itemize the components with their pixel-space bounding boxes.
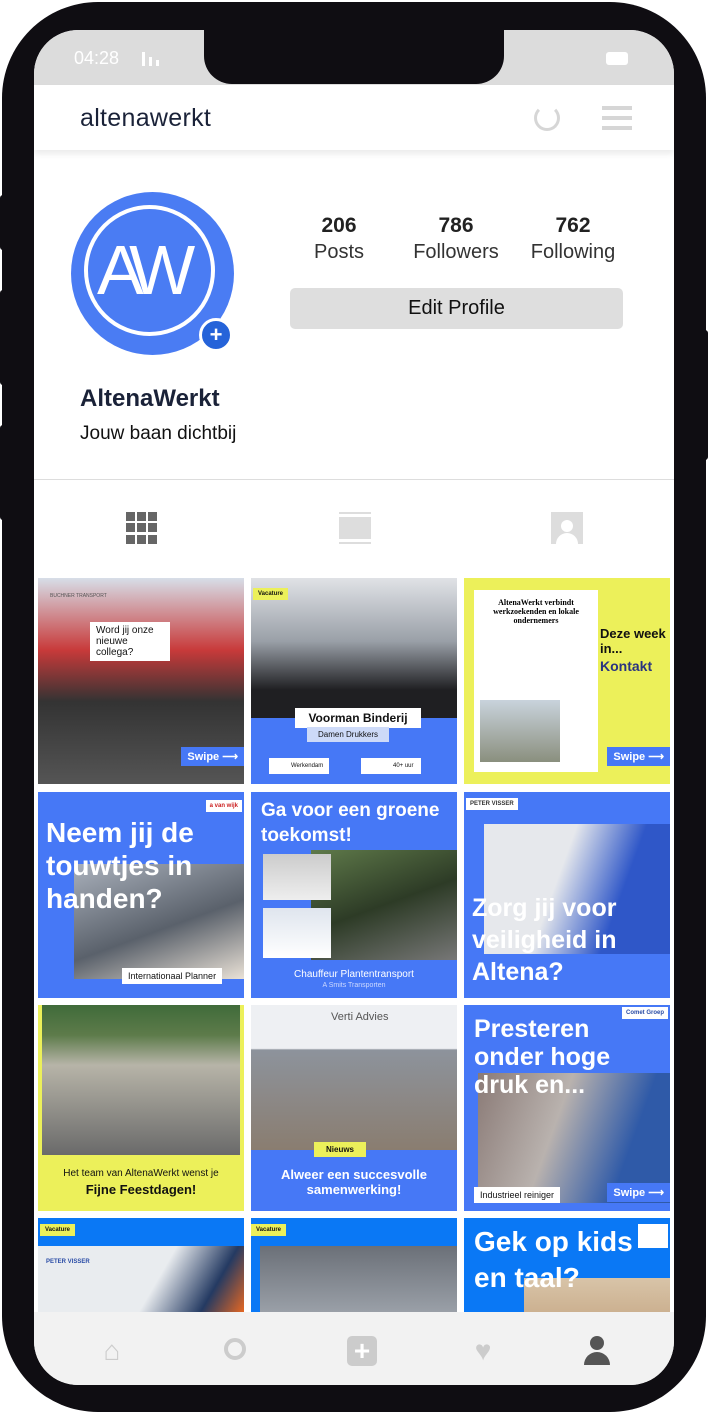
newspaper-headline: AltenaWerkt verbindt werkzoekenden en lo… <box>493 598 579 625</box>
power-button <box>700 330 708 460</box>
refresh-icon[interactable] <box>534 105 560 131</box>
post-tile[interactable]: Vacature Voorman Binderij Damen Drukkers… <box>251 578 457 784</box>
greeting-line: Het team van AltenaWerkt wenst je <box>63 1168 219 1179</box>
stat-value: 206 <box>321 214 357 237</box>
add-story-plus-icon[interactable]: + <box>199 318 233 352</box>
tagged-view-icon[interactable] <box>551 512 583 544</box>
kontakt-logo: Kontakt <box>600 658 653 674</box>
truck-photo <box>263 854 331 900</box>
company-label: Damen Drukkers <box>307 727 389 742</box>
stat-value: 762 <box>555 214 591 237</box>
company-logo: a van wijk <box>205 800 242 812</box>
post-tile[interactable]: AltenaWerkt verbindt werkzoekenden en lo… <box>464 578 670 784</box>
bottom-navigation: ⌂ + ♥ <box>34 1312 674 1385</box>
swipe-label: Swipe ⟶ <box>607 1183 670 1202</box>
signal-icon <box>142 52 159 66</box>
job-label: Internationaal Planner <box>122 968 223 984</box>
profile-icon[interactable] <box>582 1336 612 1366</box>
post-headline: Ga voor een groene toekomst! <box>261 800 440 846</box>
add-post-icon[interactable]: + <box>347 1336 377 1366</box>
post-photo <box>260 1246 457 1312</box>
home-icon[interactable]: ⌂ <box>97 1336 127 1366</box>
profile-bio: Jouw baan dichtbij <box>80 423 237 444</box>
volume-down-button <box>0 425 8 520</box>
post-headline: Neem jij de touwtjes in handen? <box>46 817 194 914</box>
post-tile[interactable]: PETER VISSER Zorg jij voor veiligheid in… <box>464 792 670 998</box>
post-photo <box>251 1005 457 1150</box>
stat-label: Following <box>530 241 616 263</box>
news-tag: Nieuws <box>314 1142 367 1157</box>
notch <box>204 30 504 84</box>
post-headline: Gek op kids en taal? <box>474 1226 633 1293</box>
location-label: Werkendam <box>269 758 329 774</box>
stat-value: 786 <box>438 214 474 237</box>
truck-label: BUCHNER TRANSPORT <box>50 593 107 599</box>
job-role: Chauffeur Plantentransport <box>294 969 414 980</box>
swipe-label: Swipe ⟶ <box>607 747 670 766</box>
job-title: Voorman Binderij <box>295 708 421 728</box>
app-title: altenawerkt <box>80 104 212 132</box>
post-tile[interactable]: Vacature <box>251 1218 457 1312</box>
stat-followers[interactable]: 786 Followers <box>396 214 516 264</box>
mute-switch <box>0 195 8 250</box>
vacancy-tag: Vacature <box>251 1224 287 1236</box>
stat-following[interactable]: 762 Following <box>513 214 633 264</box>
hamburger-menu-icon[interactable] <box>602 106 632 136</box>
post-tile[interactable]: Verti Advies Nieuws Alweer een succesvol… <box>251 1005 457 1211</box>
vacancy-tag: Vacature <box>253 588 289 600</box>
stat-label: Followers <box>413 241 499 263</box>
speech-bubble: Word jij onze nieuwe collega? <box>90 622 170 661</box>
post-headline: Zorg jij voor veiligheid in Altena? <box>472 894 617 986</box>
volume-up-button <box>0 290 8 385</box>
battery-icon <box>606 52 628 65</box>
post-tile[interactable]: Comet Groep Presteren onder hoge druk en… <box>464 1005 670 1211</box>
truck-photo <box>263 908 331 958</box>
verti-advies-sign: Verti Advies <box>331 1011 389 1023</box>
post-tile[interactable]: Ga voor een groene toekomst! Chauffeur P… <box>251 792 457 998</box>
profile-name: AltenaWerkt <box>80 385 220 412</box>
vacancy-tag: Vacature <box>40 1224 76 1236</box>
search-icon[interactable] <box>222 1336 252 1366</box>
company-logo: PETER VISSER <box>46 1259 90 1265</box>
heart-icon[interactable]: ♥ <box>468 1336 498 1366</box>
company-logo: PETER VISSER <box>466 798 518 810</box>
post-tile[interactable]: Gek op kids en taal? <box>464 1218 670 1312</box>
phone-screen: 04:28 altenawerkt AW + 206 Posts 786 Follo… <box>34 30 674 1385</box>
post-headline: Alweer een succesvolle samenwerking! <box>281 1167 427 1197</box>
avatar-logo-text: AW <box>97 231 195 309</box>
post-tile[interactable]: Vacature PETER VISSER <box>38 1218 244 1312</box>
hours-label: 40+ uur <box>361 758 421 774</box>
post-tile[interactable]: BUCHNER TRANSPORT Word jij onze nieuwe c… <box>38 578 244 784</box>
post-tile[interactable]: Het team van AltenaWerkt wenst je Fijne … <box>38 1005 244 1211</box>
stat-posts[interactable]: 206 Posts <box>279 214 399 264</box>
greeting-headline: Fijne Feestdagen! <box>85 1182 197 1197</box>
edit-profile-button[interactable]: Edit Profile <box>290 288 623 329</box>
posts-grid: BUCHNER TRANSPORT Word jij onze nieuwe c… <box>34 575 674 1312</box>
company-name: A Smits Transporten <box>322 982 386 989</box>
week-text: Deze week in... <box>600 626 666 656</box>
app-header: altenawerkt <box>34 85 674 150</box>
feed-view-icon[interactable] <box>339 512 371 544</box>
post-headline: Presteren onder hoge druk en... <box>474 1015 611 1099</box>
swipe-label: Swipe ⟶ <box>181 747 244 766</box>
grid-view-icon[interactable] <box>126 512 158 544</box>
job-label: Industrieel reiniger <box>474 1187 561 1203</box>
newspaper-clipping: AltenaWerkt verbindt werkzoekenden en lo… <box>474 590 598 772</box>
status-time: 04:28 <box>74 48 120 68</box>
profile-tabs <box>34 480 674 575</box>
stat-label: Posts <box>313 241 365 263</box>
post-tile[interactable]: a van wijk Neem jij de touwtjes in hande… <box>38 792 244 998</box>
post-photo <box>42 1005 240 1155</box>
post-photo <box>311 850 457 960</box>
